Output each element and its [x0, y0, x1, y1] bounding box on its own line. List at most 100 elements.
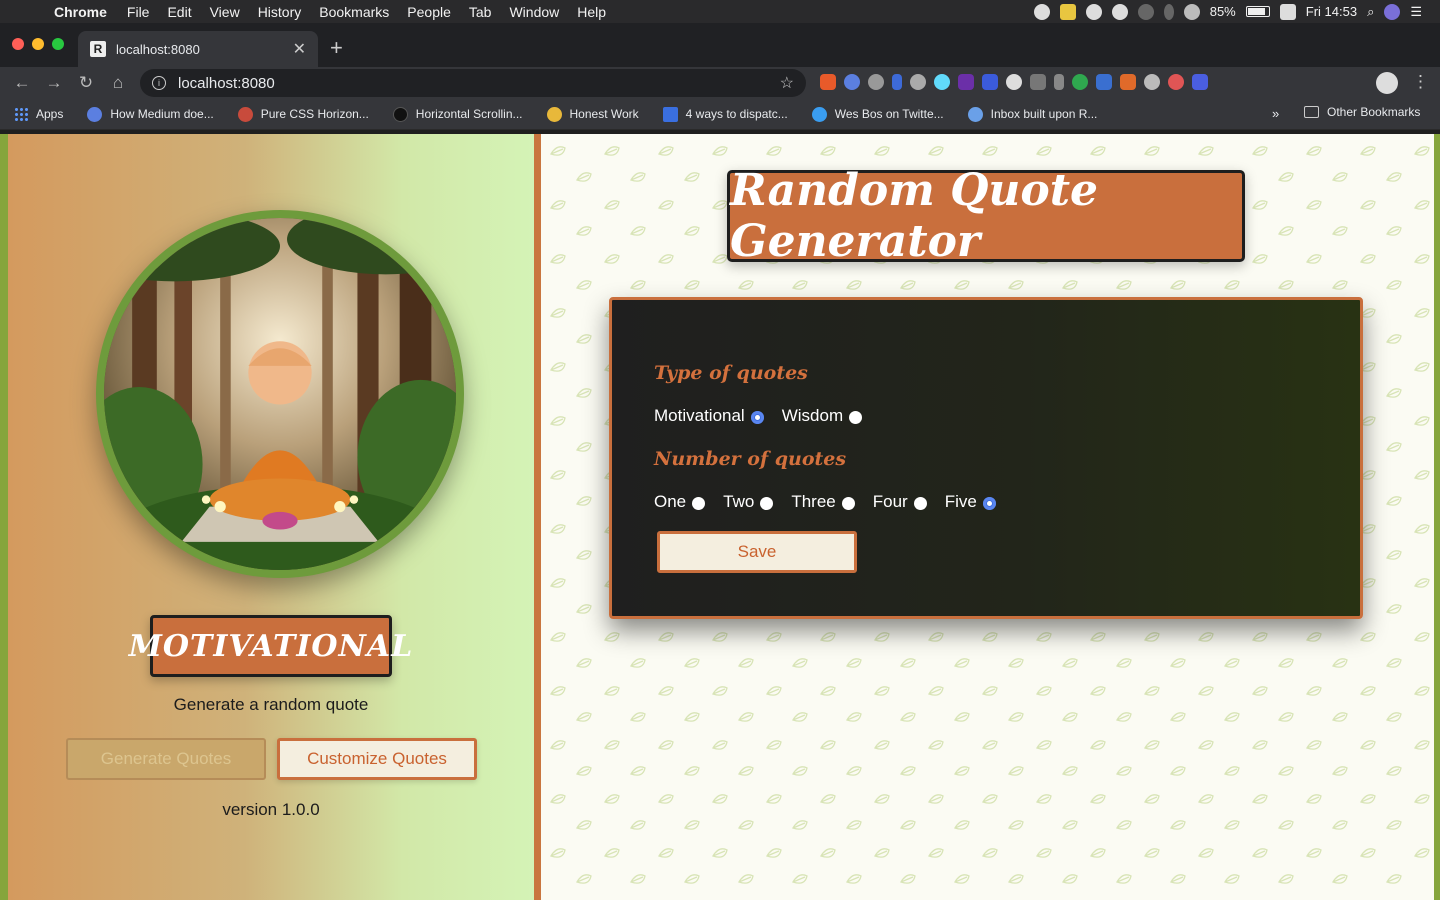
- spotlight-icon[interactable]: ⌕: [1367, 4, 1374, 20]
- menu-file[interactable]: File: [127, 4, 150, 20]
- customize-quotes-button[interactable]: Customize Quotes: [277, 738, 477, 780]
- wifi-icon[interactable]: [1183, 3, 1200, 20]
- react-devtools-icon[interactable]: [934, 74, 950, 90]
- version-label: version 1.0.0: [222, 800, 320, 819]
- bookmark-item[interactable]: How Medium doe...: [87, 106, 214, 122]
- user-switch-icon[interactable]: [1279, 3, 1296, 20]
- radio-unselected-icon[interactable]: [849, 410, 863, 424]
- extension-icon[interactable]: [868, 74, 884, 90]
- battery-percent: 85%: [1209, 4, 1236, 19]
- generate-quotes-button[interactable]: Generate Quotes: [66, 738, 266, 780]
- notification-center-icon[interactable]: ☰: [1410, 4, 1422, 20]
- apps-grid-icon: [14, 107, 28, 121]
- reload-icon[interactable]: ↻: [70, 73, 102, 93]
- extension-icon[interactable]: [1192, 74, 1208, 90]
- tab-localhost[interactable]: R localhost:8080 ✕: [78, 31, 318, 67]
- menu-view[interactable]: View: [210, 4, 240, 20]
- bookmark-item[interactable]: Wes Bos on Twitte...: [811, 106, 944, 122]
- extensions-bar: [820, 74, 1208, 90]
- radio-unselected-icon[interactable]: [841, 496, 855, 510]
- macos-menu-bar: Chrome File Edit View History Bookmarks …: [0, 0, 1440, 23]
- more-menu-icon[interactable]: ⋮: [1412, 72, 1429, 92]
- close-tab-icon[interactable]: ✕: [293, 39, 306, 59]
- location-icon[interactable]: [1054, 74, 1064, 90]
- bookmark-item[interactable]: 4 ways to dispatc...: [662, 106, 788, 122]
- back-icon[interactable]: ←: [6, 73, 38, 93]
- type-option-wisdom[interactable]: Wisdom: [782, 406, 863, 426]
- minimize-window-icon[interactable]: [32, 38, 44, 50]
- bookmark-star-icon[interactable]: ☆: [780, 73, 794, 93]
- option-label: Two: [723, 492, 755, 511]
- extension-icon[interactable]: [892, 74, 902, 90]
- number-option-two[interactable]: Two: [723, 492, 774, 512]
- circle-icon[interactable]: [1137, 3, 1154, 20]
- number-option-one[interactable]: One: [654, 492, 706, 512]
- page-viewport: Motivational Generate a random quote Gen…: [0, 134, 1440, 900]
- favicon-icon: R: [90, 41, 106, 57]
- clock[interactable]: Fri 14:53: [1306, 4, 1357, 19]
- extension-icon[interactable]: [1030, 74, 1046, 90]
- new-tab-icon[interactable]: +: [330, 35, 343, 61]
- other-bookmarks[interactable]: Other Bookmarks: [1304, 105, 1420, 119]
- menu-help[interactable]: Help: [577, 4, 606, 20]
- extension-icon[interactable]: [1072, 74, 1088, 90]
- battery-icon[interactable]: [1245, 6, 1270, 17]
- type-radio-group: Motivational Wisdom: [654, 406, 880, 426]
- shield-icon[interactable]: [1059, 3, 1076, 20]
- radio-unselected-icon[interactable]: [760, 496, 774, 510]
- type-option-motivational[interactable]: Motivational: [654, 406, 764, 426]
- bookmarks-bar: Apps How Medium doe... Pure CSS Horizon.…: [0, 99, 1440, 130]
- check-icon[interactable]: [1033, 3, 1050, 20]
- extension-icon[interactable]: [1144, 74, 1160, 90]
- menu-history[interactable]: History: [258, 4, 302, 20]
- extension-icon[interactable]: [1006, 74, 1022, 90]
- browser-toolbar: ← → ↻ ⌂ i localhost:8080 ☆ ⋮: [0, 67, 1440, 99]
- bookmark-apps[interactable]: Apps: [14, 107, 63, 121]
- menu-app-name[interactable]: Chrome: [54, 4, 107, 20]
- close-window-icon[interactable]: [12, 38, 24, 50]
- radio-unselected-icon[interactable]: [913, 496, 927, 510]
- number-option-three[interactable]: Three: [791, 492, 855, 512]
- clock-icon[interactable]: [1111, 3, 1128, 20]
- evernote-icon[interactable]: [1085, 3, 1102, 20]
- home-icon[interactable]: ⌂: [102, 73, 134, 93]
- siri-icon[interactable]: [1384, 3, 1401, 20]
- save-button[interactable]: Save: [657, 531, 857, 573]
- react-icon: [967, 106, 983, 122]
- bookmark-item[interactable]: Horizontal Scrollin...: [392, 106, 523, 122]
- site-info-icon[interactable]: i: [152, 76, 166, 90]
- profile-avatar-icon[interactable]: [1376, 72, 1398, 94]
- extension-icon[interactable]: [910, 74, 926, 90]
- menu-tab[interactable]: Tab: [469, 4, 492, 20]
- meditation-illustration: [96, 210, 464, 578]
- bookmark-item[interactable]: Pure CSS Horizon...: [237, 106, 369, 122]
- extension-icon[interactable]: [1120, 74, 1136, 90]
- bookmark-item[interactable]: Honest Work: [546, 106, 639, 122]
- menu-bookmarks[interactable]: Bookmarks: [319, 4, 389, 20]
- url-text[interactable]: localhost:8080: [178, 75, 275, 92]
- extension-icon[interactable]: [820, 74, 836, 90]
- extension-icon[interactable]: [1096, 74, 1112, 90]
- bookmark-item[interactable]: Inbox built upon R...: [967, 106, 1097, 122]
- tab-strip: R localhost:8080 ✕ +: [0, 23, 1440, 67]
- bookmark-label: 4 ways to dispatc...: [685, 107, 788, 121]
- forward-icon[interactable]: →: [38, 73, 70, 93]
- extension-icon[interactable]: [1168, 74, 1184, 90]
- menu-edit[interactable]: Edit: [167, 4, 191, 20]
- extension-icon[interactable]: [844, 74, 860, 90]
- number-option-four[interactable]: Four: [873, 492, 927, 512]
- option-label: Four: [872, 492, 908, 511]
- number-option-five[interactable]: Five: [945, 492, 996, 512]
- bluetooth-icon[interactable]: [1163, 3, 1174, 20]
- address-bar[interactable]: i localhost:8080 ☆: [140, 69, 806, 97]
- extension-icon[interactable]: [958, 74, 974, 90]
- option-label: Five: [944, 492, 977, 511]
- extension-icon[interactable]: [982, 74, 998, 90]
- radio-selected-icon[interactable]: [750, 410, 764, 424]
- radio-selected-icon[interactable]: [982, 496, 996, 510]
- menu-window[interactable]: Window: [509, 4, 559, 20]
- more-bookmarks-icon[interactable]: »: [1272, 106, 1279, 121]
- menu-people[interactable]: People: [407, 4, 451, 20]
- radio-unselected-icon[interactable]: [692, 496, 706, 510]
- zoom-window-icon[interactable]: [52, 38, 64, 50]
